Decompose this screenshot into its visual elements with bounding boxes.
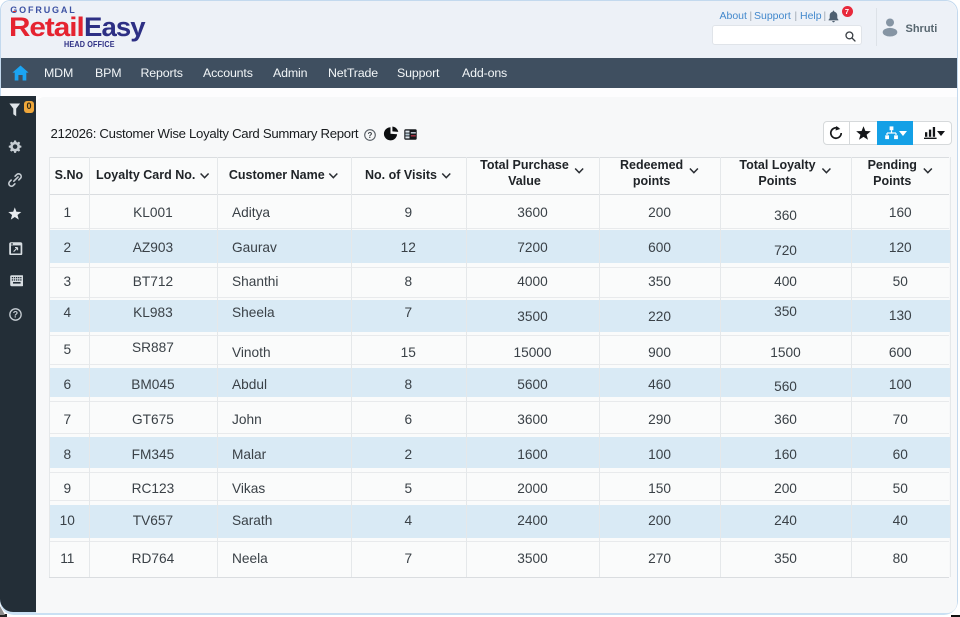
svg-text:?: ? xyxy=(13,309,18,319)
svg-text:?: ? xyxy=(368,131,373,140)
